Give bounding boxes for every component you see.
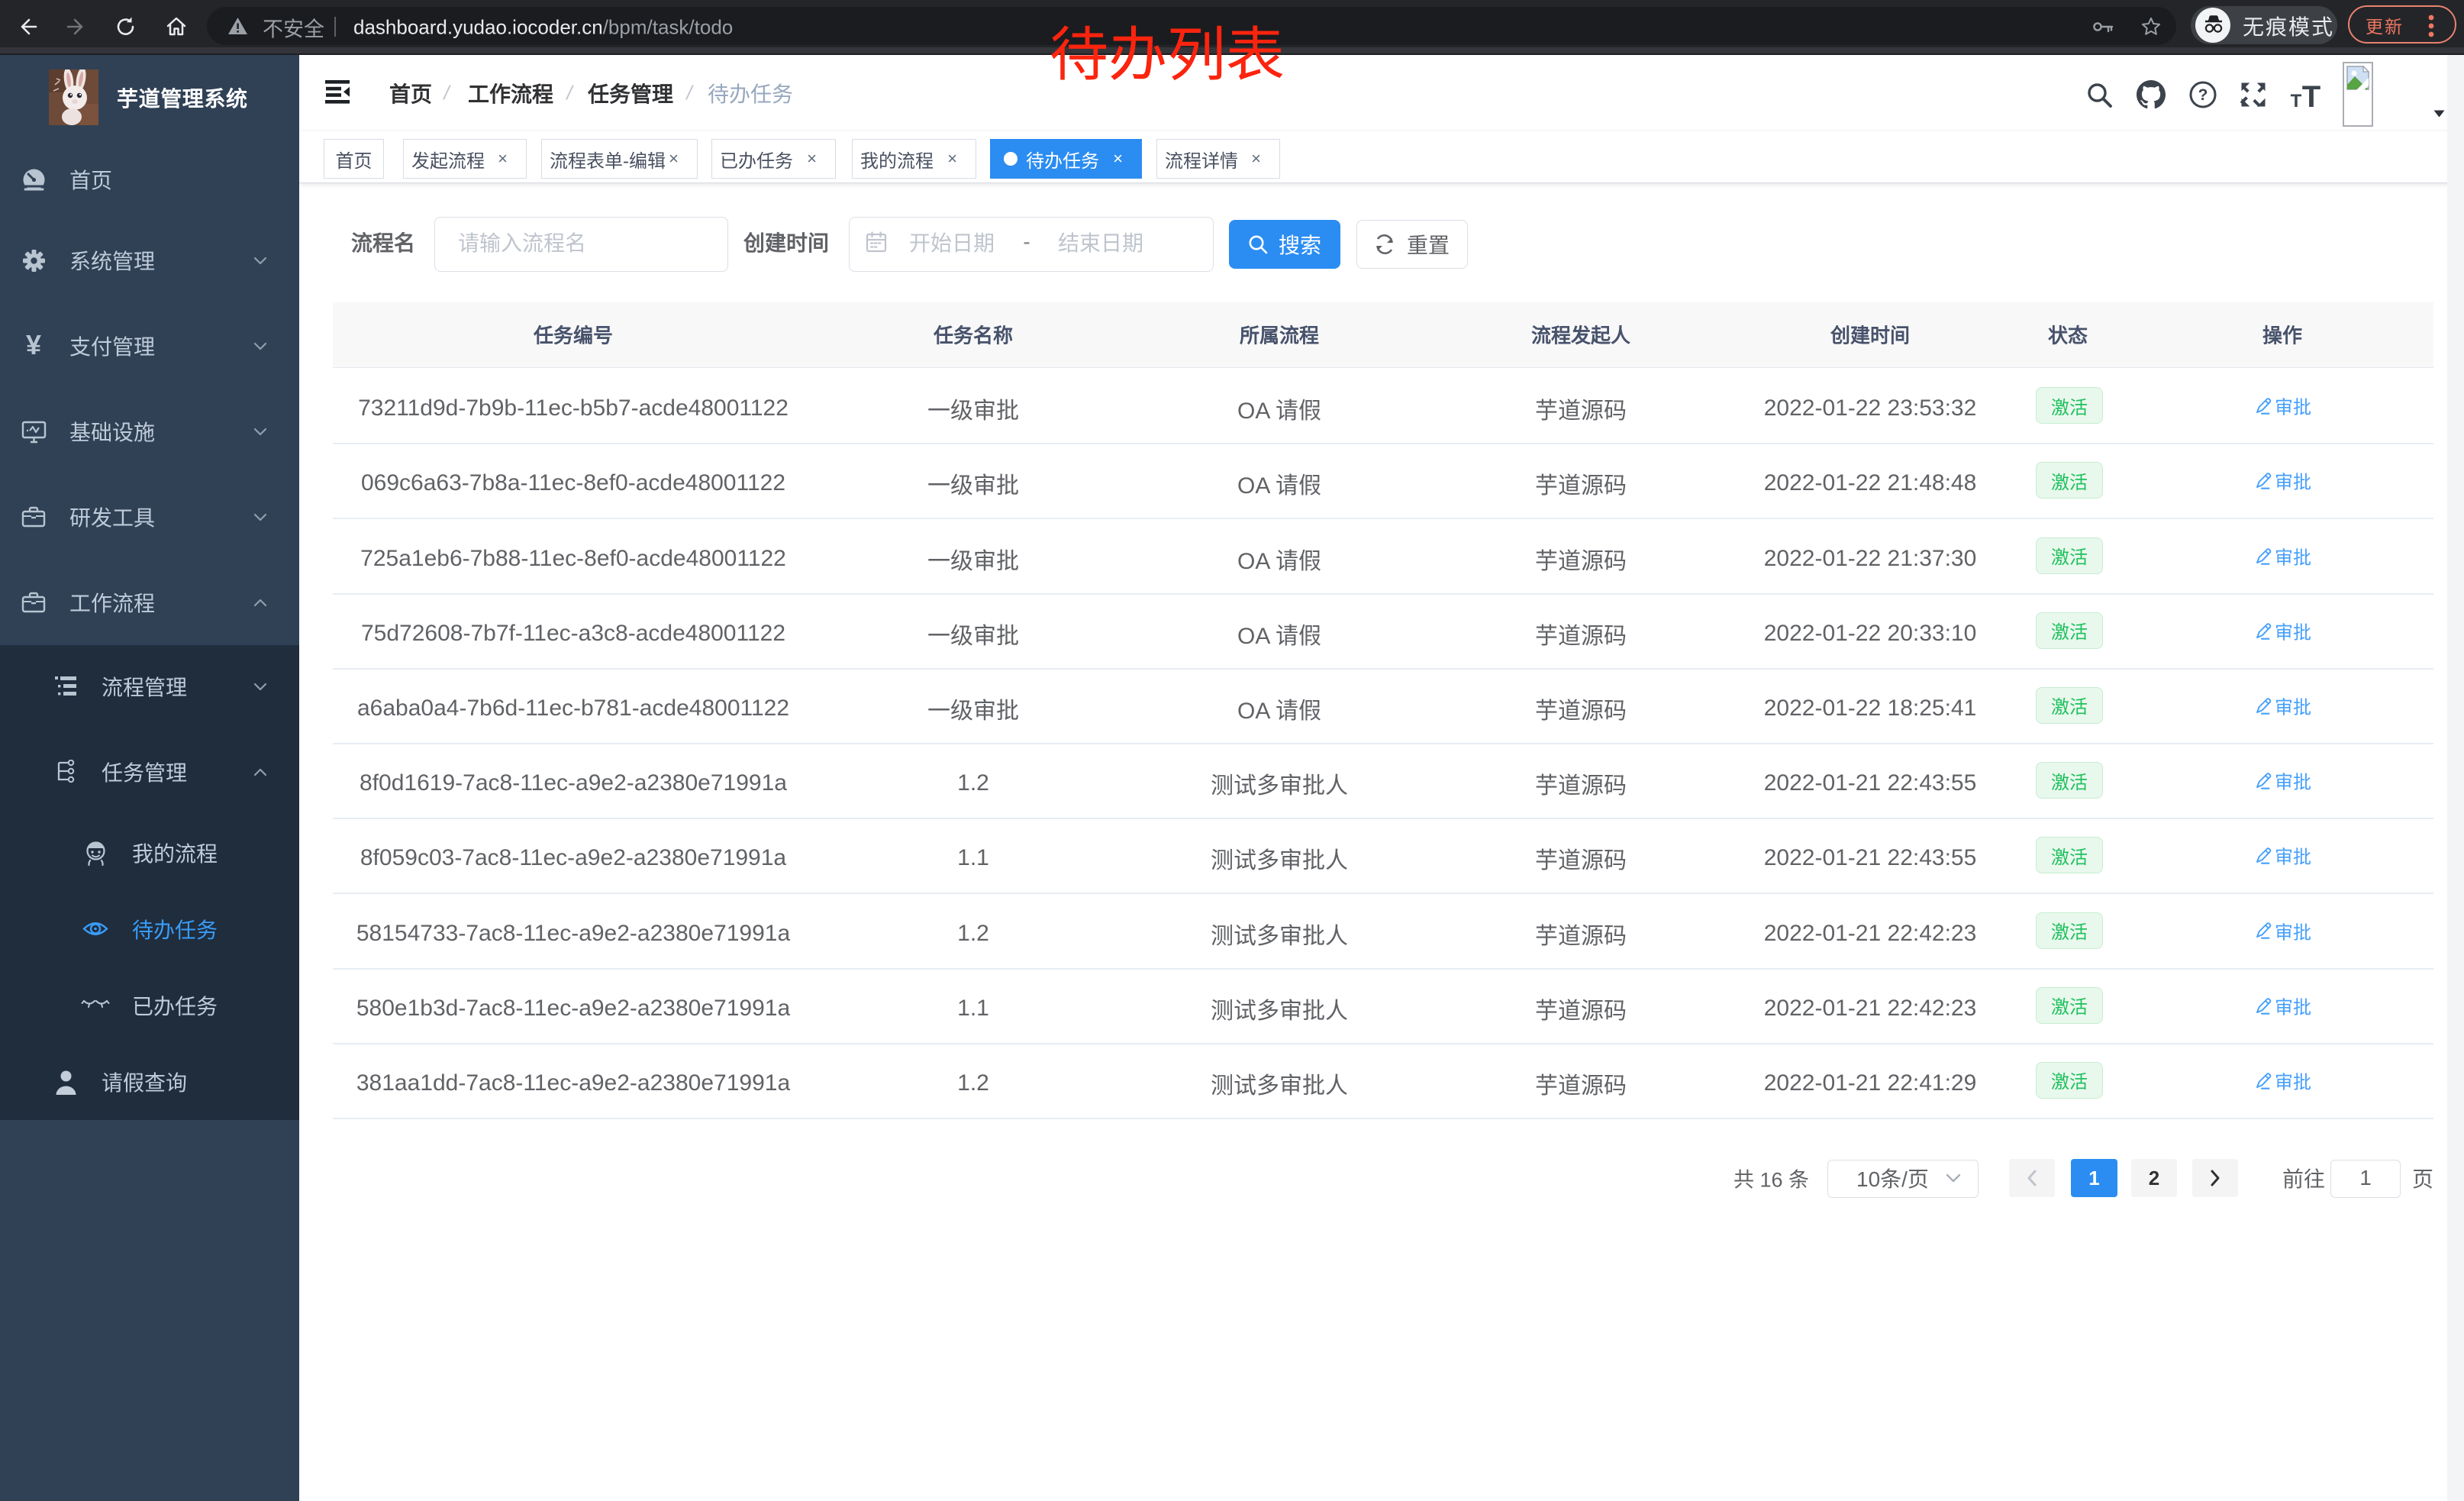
svg-text:T: T [2302,82,2320,109]
svg-text:T: T [2291,91,2302,109]
svg-text:?: ? [2198,86,2208,104]
